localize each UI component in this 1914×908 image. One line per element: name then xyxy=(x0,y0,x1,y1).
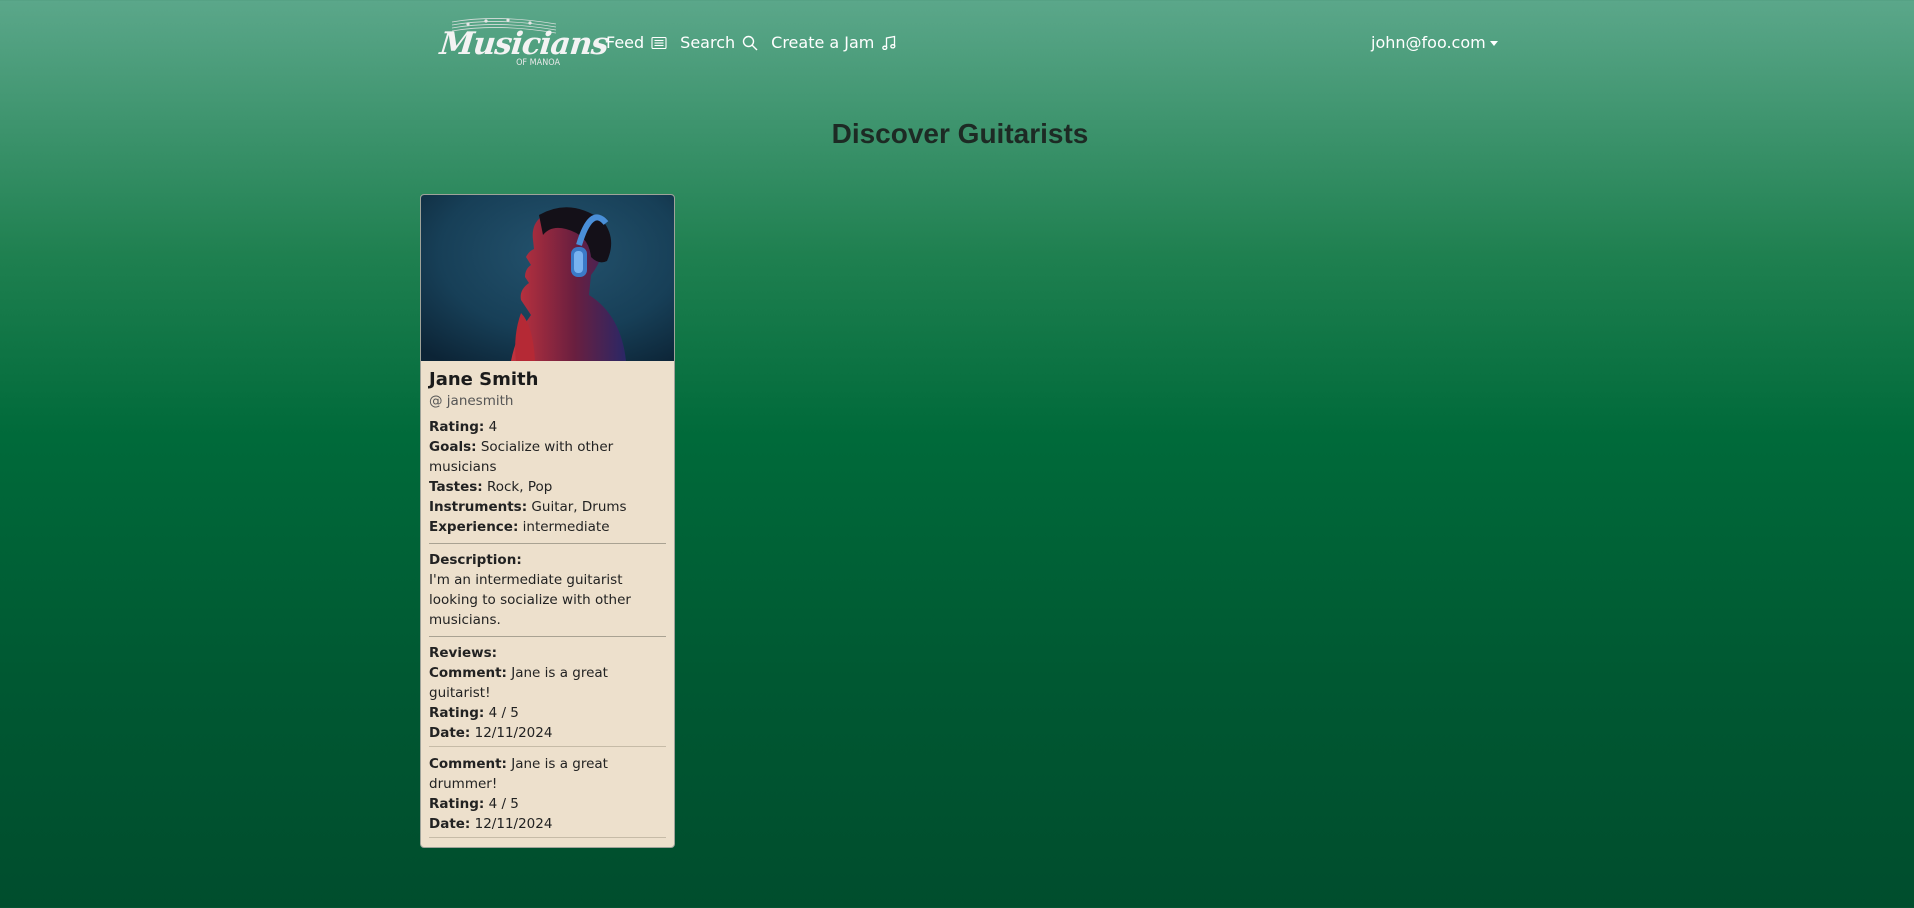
instruments-row: Instruments: Guitar, Drums xyxy=(429,497,666,517)
search-icon xyxy=(742,35,758,51)
nav-create-jam-label: Create a Jam xyxy=(771,33,875,52)
nav-feed-link[interactable]: Feed xyxy=(606,33,667,52)
profile-name: Jane Smith xyxy=(429,369,539,390)
review-rating-label: Rating: xyxy=(429,705,485,721)
tastes-row: Tastes: Rock, Pop xyxy=(429,477,666,497)
review-rating: 4 / 5 xyxy=(488,705,519,721)
review-comment-row: Comment: Jane is a great drummer! xyxy=(429,754,666,794)
divider xyxy=(429,636,666,637)
review-rating-row: Rating: 4 / 5 xyxy=(429,703,666,723)
review-date-label: Date: xyxy=(429,816,471,832)
rating-value: 4 xyxy=(488,419,498,435)
review-date: 12/11/2024 xyxy=(474,816,553,832)
site-logo[interactable]: Musicians OF MANOA xyxy=(438,12,610,72)
tastes-value: Rock, Pop xyxy=(486,479,553,495)
description-text: I'm an intermediate guitarist looking to… xyxy=(429,572,631,628)
music-note-icon xyxy=(881,35,897,51)
review-rating-row: Rating: 4 / 5 xyxy=(429,794,666,814)
goals-row: Goals: Socialize with other musicians xyxy=(429,437,666,477)
page-title: Discover Guitarists xyxy=(831,118,1089,149)
nav-search-label: Search xyxy=(680,33,736,52)
divider xyxy=(429,543,666,544)
review-divider xyxy=(429,837,666,838)
profile-handle: @ janesmith xyxy=(429,393,514,409)
profile-details: Jane Smith @ janesmith Rating: 4 Goals: … xyxy=(421,361,674,838)
description-label: Description: xyxy=(429,552,522,568)
profile-photo xyxy=(421,195,674,361)
review-date-row: Date: 12/11/2024 xyxy=(429,814,666,834)
nav-links: Feed Search Create a Jam xyxy=(606,33,910,52)
experience-row: Experience: intermediate xyxy=(429,517,666,537)
user-dropdown[interactable]: john@foo.com xyxy=(1371,33,1498,52)
experience-label: Experience: xyxy=(429,519,519,535)
nav-feed-label: Feed xyxy=(606,33,645,52)
user-email: john@foo.com xyxy=(1371,33,1486,52)
rating-row: Rating: 4 xyxy=(429,417,666,437)
review-divider xyxy=(429,746,666,747)
review-item: Comment: Jane is a great guitarist! Rati… xyxy=(429,663,666,747)
tastes-label: Tastes: xyxy=(429,479,483,495)
review-comment-label: Comment: xyxy=(429,665,507,681)
experience-value: intermediate xyxy=(522,519,610,535)
logo-title: Musicians xyxy=(438,26,610,62)
chevron-down-icon xyxy=(1489,41,1498,46)
review-comment-row: Comment: Jane is a great guitarist! xyxy=(429,663,666,703)
review-date-label: Date: xyxy=(429,725,471,741)
nav-search-link[interactable]: Search xyxy=(680,33,758,52)
review-date-row: Date: 12/11/2024 xyxy=(429,723,666,743)
navbar: Musicians OF MANOA Feed Search Create a … xyxy=(0,0,1914,88)
instruments-label: Instruments: xyxy=(429,499,528,515)
instruments-value: Guitar, Drums xyxy=(531,499,627,515)
review-date: 12/11/2024 xyxy=(474,725,553,741)
review-comment-label: Comment: xyxy=(429,756,507,772)
review-item: Comment: Jane is a great drummer! Rating… xyxy=(429,754,666,838)
newspaper-icon xyxy=(651,36,667,50)
logo-subtitle: OF MANOA xyxy=(516,58,560,68)
goals-label: Goals: xyxy=(429,439,477,455)
rating-label: Rating: xyxy=(429,419,485,435)
reviews-label: Reviews: xyxy=(429,645,498,661)
review-rating-label: Rating: xyxy=(429,796,485,812)
profile-card: Jane Smith @ janesmith Rating: 4 Goals: … xyxy=(420,194,675,848)
nav-create-jam-link[interactable]: Create a Jam xyxy=(771,33,897,52)
review-rating: 4 / 5 xyxy=(488,796,519,812)
